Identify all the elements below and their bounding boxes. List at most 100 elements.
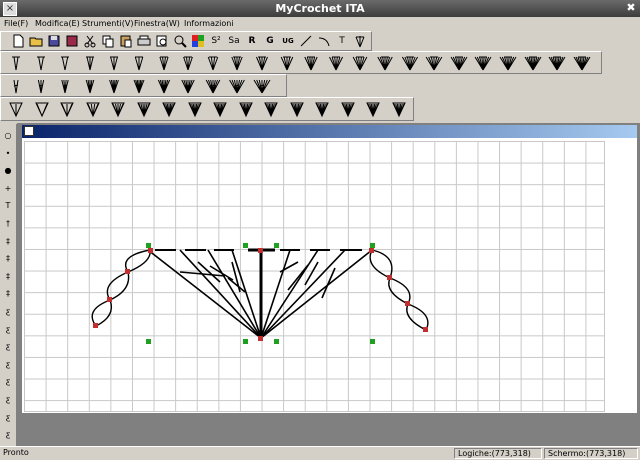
left-tool-12[interactable]: ƹ	[0, 339, 16, 355]
left-tool-13[interactable]: ƹ	[0, 357, 16, 373]
symrow1-stitch-icon-18[interactable]	[450, 54, 468, 72]
symrow3-stitch-icon-11[interactable]	[288, 100, 306, 118]
paste-icon[interactable]	[117, 32, 135, 50]
symrow3-stitch-icon-9[interactable]	[237, 100, 255, 118]
symrow2-stitch-icon-7[interactable]	[179, 77, 197, 95]
symrow2-stitch-icon-3[interactable]	[81, 77, 99, 95]
symrow1-stitch-icon-6[interactable]	[155, 54, 173, 72]
drawing-grid[interactable]	[24, 141, 605, 412]
symrow3-stitch-icon-4[interactable]	[109, 100, 127, 118]
s-squared-button[interactable]: S²	[207, 32, 225, 50]
sa-button[interactable]: Sa	[225, 32, 243, 50]
left-tool-14[interactable]: ƹ	[0, 374, 16, 390]
symrow3-stitch-icon-1[interactable]	[33, 100, 51, 118]
left-tool-8[interactable]: ‡	[0, 269, 16, 285]
symrow3-stitch-icon-15[interactable]	[390, 100, 408, 118]
symrow1-stitch-icon-14[interactable]	[351, 54, 369, 72]
menu-finestra[interactable]: Finestra(W)	[134, 19, 180, 28]
color-palette-icon[interactable]	[189, 32, 207, 50]
symrow3-stitch-icon-8[interactable]	[211, 100, 229, 118]
symrow1-stitch-icon-3[interactable]	[81, 54, 99, 72]
symrow1-stitch-icon-5[interactable]	[130, 54, 148, 72]
symrow1-stitch-icon-0[interactable]	[7, 54, 25, 72]
symbol-toolbar-row-1	[0, 51, 602, 74]
print-icon[interactable]	[135, 32, 153, 50]
symrow1-stitch-icon-17[interactable]	[425, 54, 443, 72]
text-tool-button[interactable]: T	[333, 32, 351, 50]
save-icon[interactable]	[45, 32, 63, 50]
left-tool-7[interactable]: ‡	[0, 251, 16, 267]
left-tool-4[interactable]: T	[0, 198, 16, 214]
symrow1-stitch-icon-10[interactable]	[253, 54, 271, 72]
symrow2-stitch-icon-8[interactable]	[204, 77, 222, 95]
line-tool-icon[interactable]	[297, 32, 315, 50]
close-icon[interactable]: ✖	[625, 2, 637, 14]
symrow1-stitch-icon-11[interactable]	[278, 54, 296, 72]
menu-modifica[interactable]: Modifica(E)	[35, 19, 80, 28]
symrow2-stitch-icon-9[interactable]	[228, 77, 246, 95]
symrow1-stitch-icon-2[interactable]	[56, 54, 74, 72]
symrow2-stitch-icon-6[interactable]	[155, 77, 173, 95]
cut-icon[interactable]	[81, 32, 99, 50]
symrow1-stitch-icon-15[interactable]	[376, 54, 394, 72]
left-tool-16[interactable]: ƹ	[0, 410, 16, 426]
menu-strumenti[interactable]: Strumenti(V)	[82, 19, 133, 28]
left-tool-5[interactable]: †	[0, 216, 16, 232]
r-button[interactable]: R	[243, 32, 261, 50]
symrow3-stitch-icon-2[interactable]	[58, 100, 76, 118]
open-folder-icon[interactable]	[27, 32, 45, 50]
new-file-icon[interactable]	[9, 32, 27, 50]
symrow2-stitch-icon-5[interactable]	[130, 77, 148, 95]
symrow2-stitch-icon-0[interactable]	[7, 77, 25, 95]
symrow1-stitch-icon-19[interactable]	[474, 54, 492, 72]
menu-informazioni[interactable]: Informazioni	[184, 19, 234, 28]
left-tool-17[interactable]: ƹ	[0, 427, 16, 443]
menu-file[interactable]: File(F)	[4, 19, 28, 28]
symrow3-stitch-icon-13[interactable]	[339, 100, 357, 118]
left-tool-2[interactable]: ●	[0, 163, 16, 179]
symrow1-stitch-icon-7[interactable]	[179, 54, 197, 72]
zoom-icon[interactable]	[171, 32, 189, 50]
symrow3-stitch-icon-3[interactable]	[84, 100, 102, 118]
symrow1-stitch-icon-8[interactable]	[204, 54, 222, 72]
symrow3-stitch-icon-10[interactable]	[262, 100, 280, 118]
symrow1-stitch-icon-16[interactable]	[401, 54, 419, 72]
symrow1-stitch-icon-22[interactable]	[548, 54, 566, 72]
symrow1-stitch-icon-20[interactable]	[499, 54, 517, 72]
symrow3-stitch-icon-12[interactable]	[313, 100, 331, 118]
symrow2-stitch-icon-1[interactable]	[32, 77, 50, 95]
standard-toolbar: S² Sa R G UG T	[0, 31, 372, 51]
fan-tool-icon[interactable]	[351, 32, 369, 50]
symrow1-stitch-icon-23[interactable]	[573, 54, 591, 72]
left-tool-10[interactable]: ƹ	[0, 304, 16, 320]
ug-button[interactable]: UG	[279, 32, 297, 50]
title-bar: × MyCrochet ITA ✖	[0, 0, 640, 17]
left-tool-0[interactable]: ○	[0, 128, 16, 144]
symrow2-stitch-icon-4[interactable]	[105, 77, 123, 95]
left-tool-15[interactable]: ƹ	[0, 392, 16, 408]
left-tool-1[interactable]: •	[0, 146, 16, 162]
symrow3-stitch-icon-7[interactable]	[186, 100, 204, 118]
curve-tool-icon[interactable]	[315, 32, 333, 50]
symrow3-stitch-icon-14[interactable]	[364, 100, 382, 118]
symrow3-stitch-icon-6[interactable]	[160, 100, 178, 118]
document-icon[interactable]	[24, 126, 34, 136]
left-tool-3[interactable]: +	[0, 181, 16, 197]
symrow3-stitch-icon-5[interactable]	[135, 100, 153, 118]
symrow1-stitch-icon-12[interactable]	[302, 54, 320, 72]
symrow1-stitch-icon-4[interactable]	[105, 54, 123, 72]
symrow2-stitch-icon-2[interactable]	[56, 77, 74, 95]
save-all-icon[interactable]	[63, 32, 81, 50]
left-tool-9[interactable]: ‡	[0, 286, 16, 302]
symrow1-stitch-icon-13[interactable]	[327, 54, 345, 72]
symrow3-stitch-icon-0[interactable]	[7, 100, 25, 118]
left-tool-11[interactable]: ƹ	[0, 322, 16, 338]
symrow1-stitch-icon-9[interactable]	[228, 54, 246, 72]
symrow1-stitch-icon-21[interactable]	[524, 54, 542, 72]
symrow2-stitch-icon-10[interactable]	[253, 77, 271, 95]
symrow1-stitch-icon-1[interactable]	[32, 54, 50, 72]
left-tool-6[interactable]: ‡	[0, 234, 16, 250]
print-preview-icon[interactable]	[153, 32, 171, 50]
copy-icon[interactable]	[99, 32, 117, 50]
g-button[interactable]: G	[261, 32, 279, 50]
